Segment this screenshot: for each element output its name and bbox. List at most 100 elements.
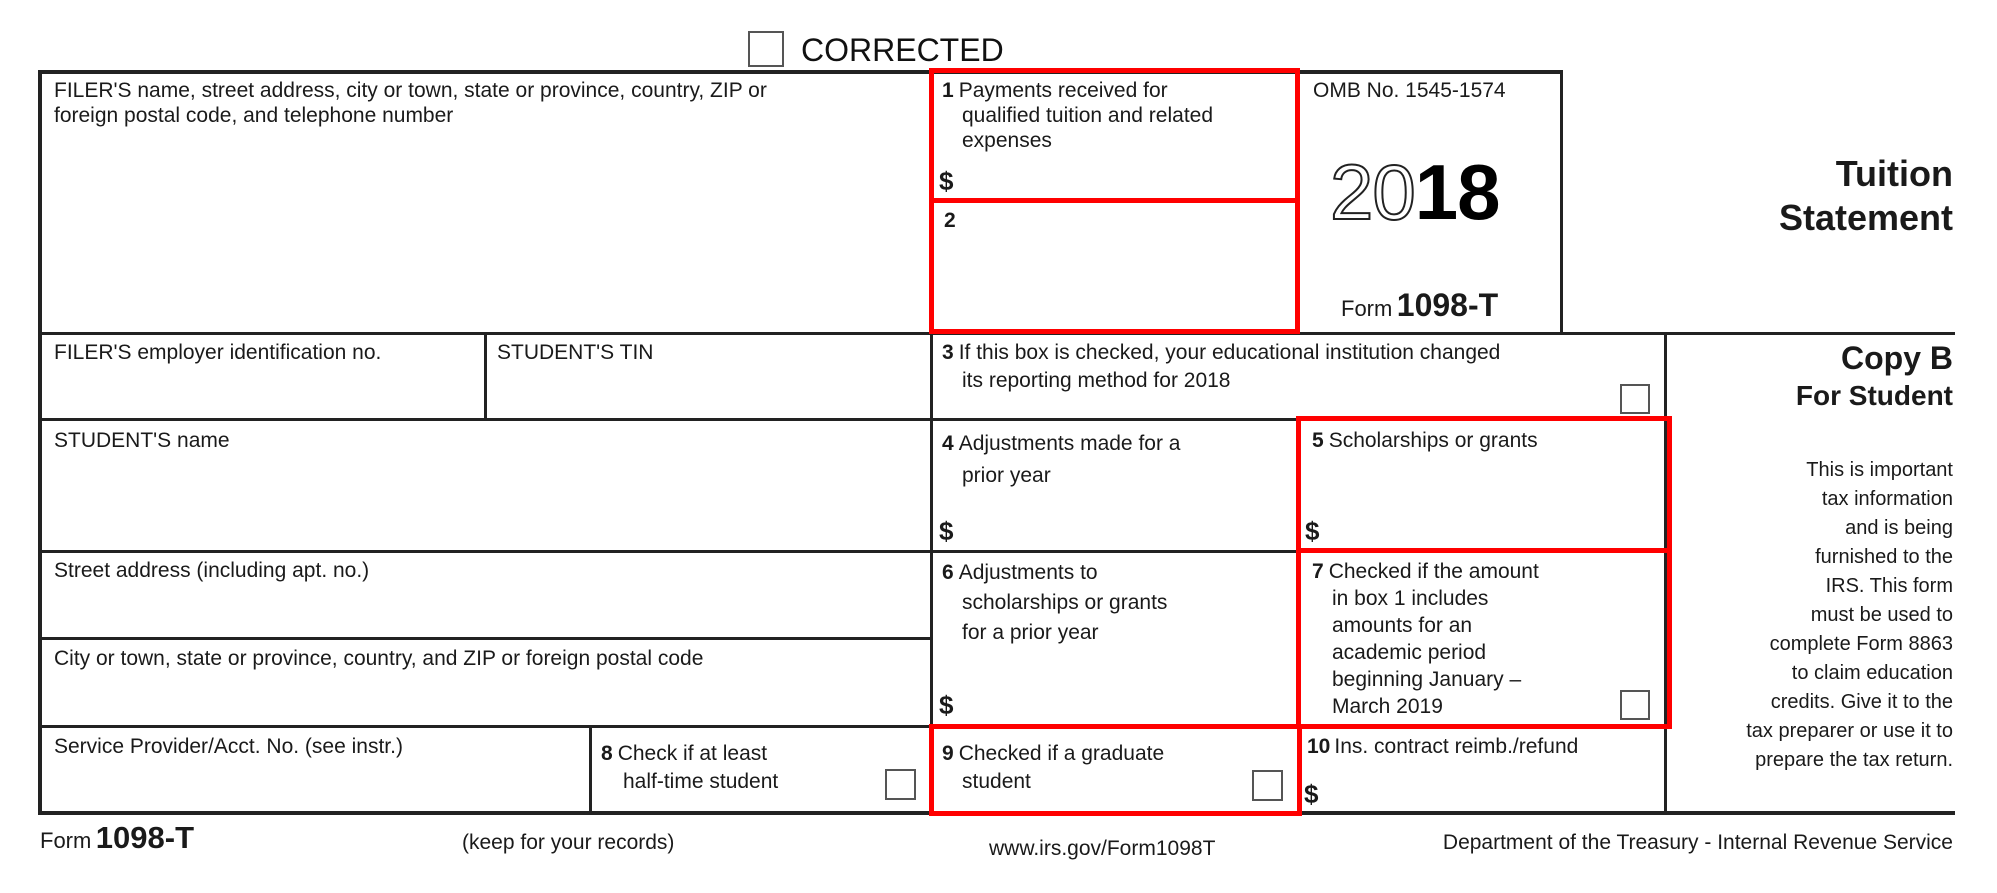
box7-label-line2: in box 1 includes — [1332, 587, 1489, 610]
box8-label-line2: half-time student — [623, 770, 779, 793]
copy-b-notice-line: complete Form 8863 — [1769, 633, 1953, 655]
box1-label-line1: Payments received for — [958, 79, 1168, 102]
corrected-checkbox[interactable] — [748, 31, 784, 67]
rule-row1 — [38, 332, 1955, 335]
box10-dollar-sign: $ — [1304, 779, 1319, 809]
corrected-label: CORRECTED — [801, 32, 1004, 68]
box2-field[interactable]: 2 — [944, 208, 956, 233]
box7-checkbox[interactable] — [1620, 690, 1650, 720]
footer-department: Department of the Treasury - Internal Re… — [1442, 831, 1953, 854]
box3-number: 3 — [942, 341, 954, 364]
filer-name-label-line1: FILER'S name, street address, city or to… — [54, 79, 767, 102]
box4-label-line2: prior year — [962, 464, 1051, 487]
box10-label-line1: Ins. contract reimb./refund — [1334, 735, 1579, 758]
student-city-label: City or town, state or province, country… — [54, 647, 704, 670]
box8-number: 8 — [601, 742, 613, 765]
box6-field[interactable]: 6 Adjustments to scholarships or grants f… — [942, 558, 1167, 648]
form-title-line1: Tuition — [1835, 153, 1953, 194]
box6-number: 6 — [942, 561, 954, 584]
filer-name-label-line2: foreign postal code, and telephone numbe… — [54, 104, 454, 127]
filer-ein-field[interactable]: FILER'S employer identification no. — [54, 340, 381, 365]
student-tin-field[interactable]: STUDENT'S TIN — [497, 340, 653, 365]
box8-checkbox[interactable] — [885, 769, 916, 800]
box3-checkbox[interactable] — [1620, 384, 1650, 414]
copy-b-notice-line: This is important — [1806, 459, 1953, 481]
form-title: Tuition Statement — [1779, 152, 1953, 240]
box9-field: 9 Checked if a graduate student — [942, 734, 1164, 814]
rule-col-main — [930, 70, 933, 814]
service-provider-field[interactable]: Service Provider/Acct. No. (see instr.) — [54, 734, 403, 759]
footer-form-number: 1098-T — [95, 820, 195, 855]
copy-b-notice: This is important tax information and is b… — [1746, 456, 1953, 775]
box3-field: 3 If this box is checked, your educationa… — [942, 340, 1500, 397]
rule-col-mid — [1297, 418, 1300, 813]
omb-form-prefix: Form — [1341, 296, 1393, 321]
box5-field[interactable]: 5 Scholarships or grants — [1312, 428, 1538, 453]
form-title-line2: Statement — [1778, 197, 1953, 238]
box1-dollar-sign: $ — [939, 166, 954, 196]
filer-name-field[interactable]: FILER'S name, street address, city or to… — [54, 78, 767, 128]
copy-b-notice-line: and is being — [1845, 517, 1953, 539]
rule-omb-right — [1560, 70, 1563, 334]
box2-number: 2 — [944, 209, 956, 232]
copy-b-notice-line: prepare the tax return. — [1755, 749, 1953, 771]
copy-b-notice-line: IRS. This form — [1825, 575, 1953, 597]
copy-b-title: Copy B — [1841, 340, 1953, 376]
box9-checkbox[interactable] — [1252, 770, 1283, 801]
footer-keep-note: (keep for your records) — [462, 831, 675, 854]
box6-dollar-sign: $ — [939, 690, 954, 720]
box7-label-line1: Checked if the amount — [1328, 560, 1539, 583]
box7-number: 7 — [1312, 560, 1324, 583]
box7-field: 7 Checked if the amount in box 1 includes… — [1312, 558, 1539, 720]
student-city-field[interactable]: City or town, state or province, country… — [54, 646, 703, 671]
filer-ein-label: FILER'S employer identification no. — [54, 341, 382, 364]
box7-label-line5: beginning January – — [1332, 668, 1522, 691]
box6-label-line1: Adjustments to — [958, 561, 1098, 584]
rule-top — [38, 70, 1563, 74]
tax-year: 2018 — [1329, 148, 1501, 236]
box9-label-line1: Checked if a graduate — [958, 742, 1165, 765]
rule-row4 — [38, 725, 1666, 728]
omb-number: OMB No. 1545-1574 — [1313, 79, 1506, 102]
student-name-label: STUDENT'S name — [54, 429, 230, 452]
tax-year-bold: 18 — [1414, 148, 1501, 236]
box7-label-line3: amounts for an — [1332, 614, 1473, 637]
copy-b-notice-line: must be used to — [1810, 604, 1953, 626]
footer-form-id: Form 1098-T — [40, 818, 194, 864]
box6-label-line2: scholarships or grants — [962, 591, 1168, 614]
tax-year-outline: 20 — [1329, 148, 1417, 236]
copy-b-heading: Copy B For Student — [1796, 338, 1953, 414]
rule-left — [38, 70, 42, 815]
rule-service-box8 — [589, 725, 592, 813]
box9-label-line2: student — [962, 770, 1031, 793]
rule-ein-tin — [484, 332, 487, 420]
box4-dollar-sign: $ — [939, 516, 954, 546]
student-street-field[interactable]: Street address (including apt. no.) — [54, 558, 369, 583]
box1-label-line2: qualified tuition and related — [962, 104, 1214, 127]
footer-url[interactable]: www.irs.gov/Form1098T — [989, 836, 1215, 862]
omb-form-id: Form 1098-T — [1341, 288, 1498, 329]
rule-copy-panel — [1664, 332, 1667, 813]
box5-label-line1: Scholarships or grants — [1328, 429, 1538, 452]
box7-label-line6: March 2019 — [1332, 695, 1443, 718]
box3-label-line2: its reporting method for 2018 — [962, 369, 1231, 392]
box5-number: 5 — [1312, 429, 1324, 452]
box1-field[interactable]: 1 Payments received for qualified tuition… — [942, 78, 1213, 153]
box1-number: 1 — [942, 79, 954, 102]
box5-dollar-sign: $ — [1305, 516, 1320, 546]
box10-field[interactable]: 10 Ins. contract reimb./refund — [1307, 734, 1578, 759]
box4-label-line1: Adjustments made for a — [958, 432, 1181, 455]
service-provider-label: Service Provider/Acct. No. (see instr.) — [54, 735, 403, 758]
copy-b-notice-line: tax information — [1821, 488, 1953, 510]
copy-b-subtitle: For Student — [1795, 380, 1953, 411]
student-name-field[interactable]: STUDENT'S name — [54, 428, 230, 453]
box4-field[interactable]: 4 Adjustments made for a prior year — [942, 428, 1180, 492]
copy-b-notice-line: furnished to the — [1815, 546, 1953, 568]
box8-label-line1: Check if at least — [617, 742, 768, 765]
rule-street-city — [38, 637, 932, 640]
omb-form-number: 1098-T — [1396, 287, 1499, 323]
rule-row2 — [38, 418, 1666, 421]
box7-label-line4: academic period — [1332, 641, 1487, 664]
student-tin-label: STUDENT'S TIN — [497, 341, 654, 364]
copy-b-notice-line: credits. Give it to the — [1770, 691, 1953, 713]
